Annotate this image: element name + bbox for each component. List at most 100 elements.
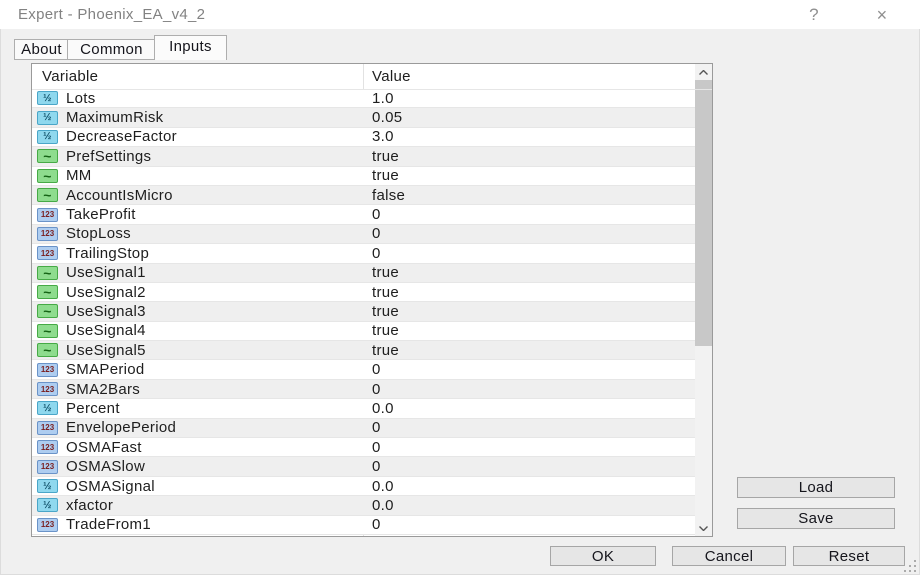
vertical-scrollbar[interactable] — [695, 64, 712, 536]
variable-name: TrailingStop — [66, 244, 150, 262]
table-row[interactable]: ~ AccountIsMicro false — [32, 185, 695, 206]
table-row[interactable]: ½ Lots 1.0 — [32, 89, 695, 109]
int-type-icon: 123 — [37, 440, 58, 455]
table-row[interactable]: ½ xfactor 0.0 — [32, 496, 695, 516]
table-row[interactable]: ~ UseSignal3 true — [32, 302, 695, 322]
variable-value[interactable]: 0 — [372, 361, 381, 378]
double-type-icon: ½ — [37, 401, 58, 416]
int-type-icon: 123 — [37, 420, 58, 435]
table-row[interactable]: ½ MaximumRisk 0.05 — [32, 108, 695, 128]
scrollbar-thumb[interactable] — [695, 80, 712, 346]
table-row[interactable]: ~ PrefSettings true — [32, 147, 695, 167]
variable-name: MM — [66, 167, 92, 185]
table-row[interactable]: 123 SMA2Bars 0 — [32, 379, 695, 400]
variable-value[interactable]: true — [372, 322, 399, 339]
variable-name: OSMASlow — [66, 458, 146, 476]
table-row[interactable]: ½ DecreaseFactor 3.0 — [32, 127, 695, 148]
variable-name: Percent — [66, 399, 120, 417]
variable-value[interactable]: 0.05 — [372, 109, 402, 126]
int-type-icon: 123 — [37, 382, 58, 397]
table-row[interactable]: ½ OSMASignal 0.0 — [32, 476, 695, 497]
variable-name: MaximumRisk — [66, 109, 164, 127]
help-icon[interactable]: ? — [800, 3, 828, 27]
variable-value[interactable]: true — [372, 342, 399, 359]
tab-common[interactable]: Common — [67, 39, 156, 60]
table-row[interactable]: 123 TrailingStop 0 — [32, 244, 695, 264]
variable-name: EnvelopePeriod — [66, 419, 177, 437]
variable-name: PrefSettings — [66, 147, 152, 165]
variable-value[interactable]: 0.0 — [372, 497, 394, 514]
variable-name: SMA2Bars — [66, 380, 141, 398]
variable-value[interactable]: 3.0 — [372, 128, 394, 145]
variable-value[interactable]: 0 — [372, 439, 381, 456]
int-type-icon: 123 — [37, 517, 58, 532]
table-rows: ½ Lots 1.0 ½ MaximumRisk 0.05 ½ DecreaseFactor 3… — [32, 89, 695, 536]
title-bar[interactable]: Expert - Phoenix_EA_v4_2 ? × — [0, 0, 920, 29]
tab-about[interactable]: About — [14, 39, 69, 60]
variable-value[interactable]: false — [372, 187, 405, 204]
table-row[interactable]: ~ UseSignal2 true — [32, 282, 695, 303]
variable-name: UseSignal2 — [66, 283, 146, 301]
close-icon[interactable]: × — [868, 3, 896, 27]
tab-inputs[interactable]: Inputs — [154, 35, 227, 60]
bool-type-icon: ~ — [37, 168, 58, 183]
variable-value[interactable]: true — [372, 148, 399, 165]
table-row[interactable]: 123 OSMAFast 0 — [32, 438, 695, 458]
window-title: Expert - Phoenix_EA_v4_2 — [18, 6, 206, 23]
bool-type-icon: ~ — [37, 323, 58, 338]
reset-button[interactable]: Reset — [793, 546, 905, 566]
table-row[interactable]: 123 TradeFrom1 0 — [32, 515, 695, 535]
double-type-icon: ½ — [37, 479, 58, 493]
bool-type-icon: ~ — [37, 343, 58, 358]
variable-name: UseSignal3 — [66, 302, 146, 320]
table-row[interactable]: 123 TakeProfit 0 — [32, 205, 695, 225]
variable-name: OSMASignal — [66, 477, 155, 495]
load-button[interactable]: Load — [737, 477, 895, 498]
double-type-icon: ½ — [37, 129, 58, 144]
variable-name: xfactor — [66, 496, 114, 514]
variable-name: TakeProfit — [66, 206, 136, 224]
variable-name: TradeFrom1 — [66, 516, 151, 534]
int-type-icon: 123 — [37, 459, 58, 474]
cancel-button[interactable]: Cancel — [672, 546, 786, 566]
table-row[interactable]: ~ UseSignal1 true — [32, 263, 695, 283]
variable-value[interactable]: 0 — [372, 458, 381, 475]
variable-name: AccountIsMicro — [66, 186, 173, 204]
variable-value[interactable]: 0 — [372, 419, 381, 436]
double-type-icon: ½ — [37, 110, 58, 125]
save-button[interactable]: Save — [737, 508, 895, 529]
column-header-value: Value — [372, 68, 411, 85]
table-row[interactable]: ~ UseSignal4 true — [32, 321, 695, 342]
ok-button[interactable]: OK — [550, 546, 656, 566]
column-header-variable: Variable — [42, 68, 99, 85]
variable-name: DecreaseFactor — [66, 128, 177, 146]
variable-name: OSMAFast — [66, 438, 142, 456]
bool-type-icon: ~ — [37, 285, 58, 300]
variable-value[interactable]: true — [372, 167, 399, 184]
table-row[interactable]: 123 SMAPeriod 0 — [32, 360, 695, 380]
table-row[interactable]: 123 EnvelopePeriod 0 — [32, 418, 695, 439]
bool-type-icon: ~ — [37, 188, 58, 203]
bool-type-icon: ~ — [37, 304, 58, 319]
variable-value[interactable]: 0 — [372, 245, 381, 262]
variable-value[interactable]: 1.0 — [372, 90, 394, 107]
table-row[interactable]: ½ Percent 0.0 — [32, 399, 695, 419]
table-row[interactable]: 123 OSMASlow 0 — [32, 457, 695, 477]
variable-value[interactable]: true — [372, 303, 399, 320]
table-row[interactable]: ~ UseSignal5 true — [32, 341, 695, 361]
resize-grip[interactable] — [902, 558, 916, 572]
variable-value[interactable]: 0 — [372, 381, 381, 398]
table-row[interactable]: 123 StopLoss 0 — [32, 224, 695, 245]
variable-value[interactable]: 0 — [372, 225, 381, 242]
variable-value[interactable]: true — [372, 264, 399, 281]
int-type-icon: 123 — [37, 362, 58, 377]
variable-value[interactable]: 0 — [372, 206, 381, 223]
table-row[interactable]: ~ MM true — [32, 166, 695, 186]
variable-value[interactable]: 0.0 — [372, 478, 394, 495]
variable-value[interactable]: true — [372, 284, 399, 301]
double-type-icon: ½ — [37, 91, 58, 106]
variable-value[interactable]: 0.0 — [372, 400, 394, 417]
variable-value[interactable]: 0 — [372, 516, 381, 533]
scroll-down-icon[interactable] — [695, 520, 712, 536]
table-header: Variable Value — [32, 64, 712, 90]
